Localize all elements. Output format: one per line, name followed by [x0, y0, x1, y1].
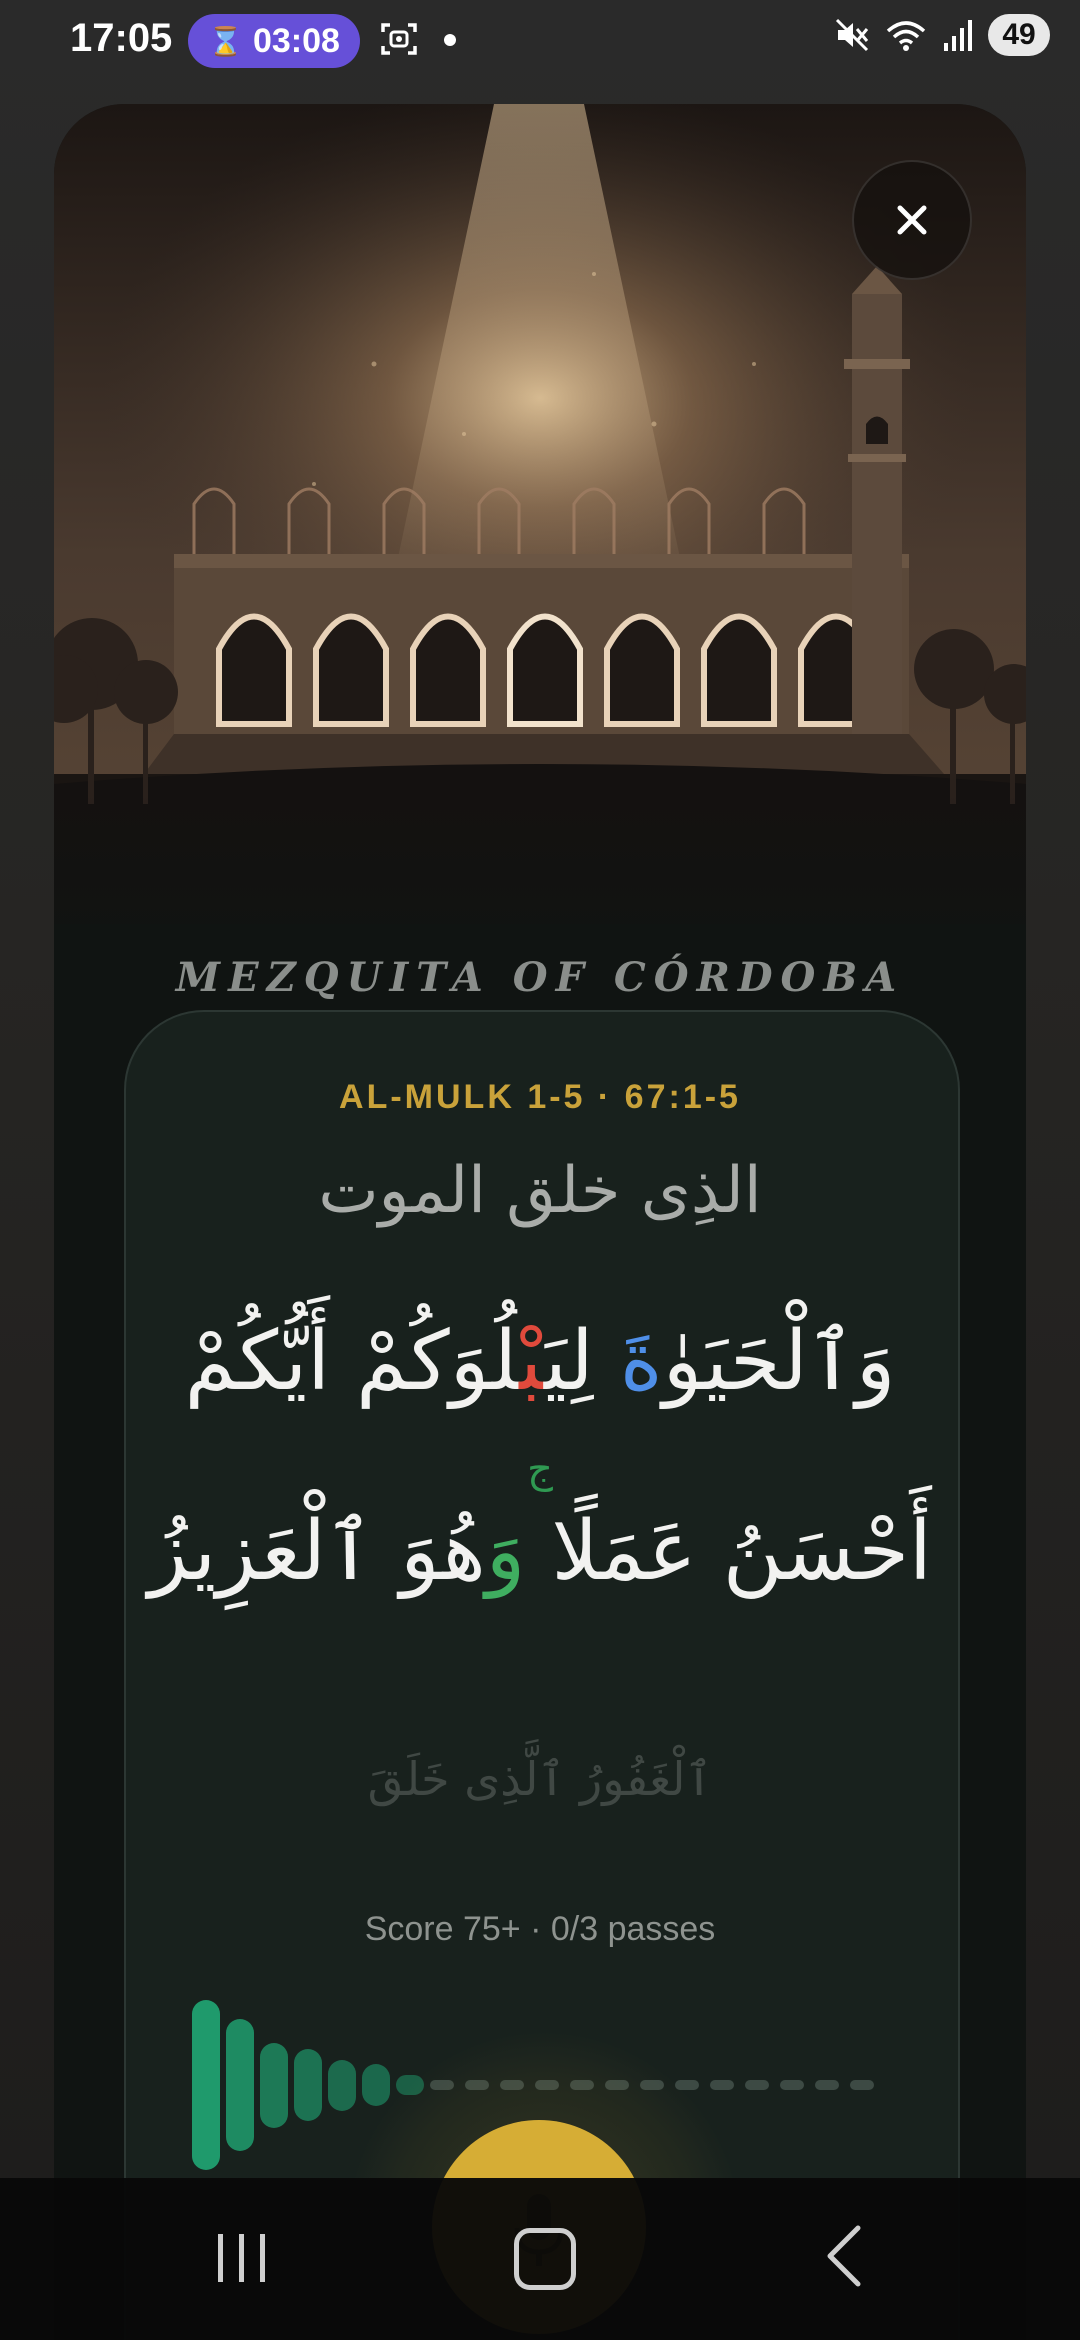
waveform-bar — [260, 2042, 288, 2128]
highlight-red-letter: بْ — [519, 1314, 544, 1409]
home-icon[interactable] — [514, 2228, 576, 2290]
waveform-bar — [850, 2080, 874, 2090]
highlight-green-letter: وَ — [485, 1504, 526, 1599]
waveform-bar — [294, 2049, 322, 2121]
recents-icon[interactable] — [212, 2230, 272, 2286]
verse-line-2-part-b: هُوَ ٱلْعَزِيزُ — [148, 1504, 486, 1599]
verse-line-2: أَحْسَنُ عَمَلًا وَهُوَ ٱلْعَزِيزُ — [54, 1504, 1026, 1599]
back-icon[interactable] — [822, 2224, 866, 2288]
waveform-bar — [328, 2059, 356, 2111]
status-time: 17:05 — [70, 16, 173, 60]
highlight-blue-letter: ةَ — [619, 1314, 663, 1409]
battery-icon: 49 — [988, 14, 1050, 56]
waveform-bar — [815, 2080, 839, 2090]
location-title: MEZQUITA OF CÓRDOBA — [175, 954, 905, 1001]
waveform-bar — [745, 2080, 769, 2090]
timer-chip[interactable]: ⌛ 03:08 — [188, 14, 360, 68]
waveform-bar — [362, 2063, 390, 2107]
screenshot-icon — [381, 23, 417, 55]
navigation-bar — [0, 2178, 1080, 2340]
verse-line-2-part-a: أَحْسَنُ عَمَلًا — [525, 1504, 932, 1599]
verse-line-1-part-b: لِيَ — [543, 1314, 620, 1409]
score-text: Score 75+ · 0/3 passes — [364, 1910, 716, 1948]
verse-line-1: وَٱلْحَيَوٰةَ لِيَبْلُوَكُمْ أَيُّكُمْ — [54, 1314, 1026, 1409]
next-verse-line-faded: ٱلْغَفُورُ ٱلَّذِى خَلَقَ — [367, 1752, 713, 1806]
notification-dot — [444, 34, 456, 46]
mute-icon — [834, 17, 870, 53]
surah-reference: AL-MULK 1-5 · 67:1-5 — [339, 1078, 741, 1116]
waveform-bar — [710, 2080, 734, 2090]
signal-icon — [942, 17, 974, 53]
close-button[interactable] — [852, 160, 972, 280]
lesson-card: MEZQUITA OF CÓRDOBA AL-MULK 1-5 · 67:1-5… — [54, 104, 1026, 2340]
waveform-bar — [226, 2018, 254, 2152]
waqf-mark: ج — [527, 1446, 553, 1492]
waveform-bar — [192, 2000, 220, 2170]
status-bar: 17:05 ⌛ 03:08 49 — [0, 0, 1080, 90]
wifi-icon — [884, 17, 928, 53]
verse-line-1-part-c: لُوَكُمْ أَيُّكُمْ — [184, 1314, 520, 1409]
previous-verse-line: الذِى خلق الموت — [318, 1154, 762, 1228]
timer-value: 03:08 — [252, 21, 340, 60]
hourglass-icon: ⌛ — [208, 25, 243, 57]
verse-line-1-part-a: وَٱلْحَيَوٰ — [662, 1314, 896, 1409]
waveform-bar — [780, 2080, 804, 2090]
close-icon — [897, 205, 927, 235]
